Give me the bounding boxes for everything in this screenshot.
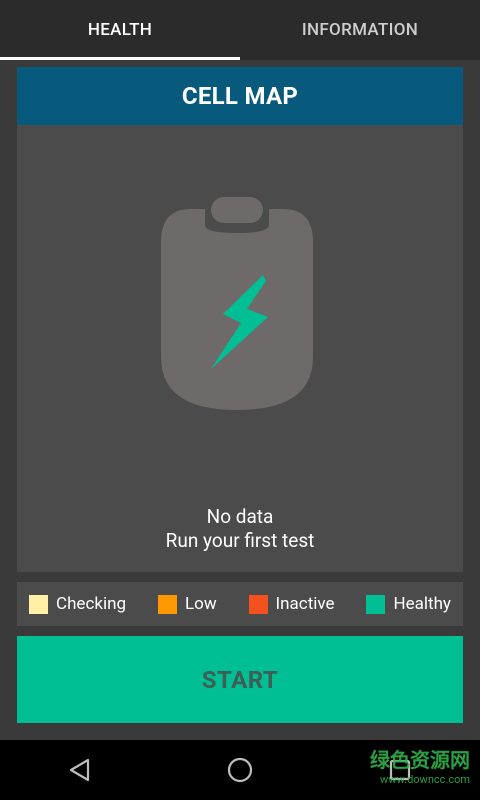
- cell-map-panel: CELL MAP No data Run your first test: [17, 67, 463, 572]
- healthy-swatch: [366, 594, 386, 614]
- no-data-message: No data Run your first test: [17, 505, 463, 553]
- checking-swatch: [29, 594, 48, 614]
- status-legend: Checking Low Inactive Healthy: [17, 582, 463, 626]
- home-button[interactable]: [210, 740, 270, 800]
- legend-label: Low: [184, 594, 217, 614]
- legend-label: Inactive: [275, 594, 335, 614]
- no-data-label: No data: [206, 505, 274, 528]
- legend-label: Healthy: [393, 594, 451, 614]
- watermark-url: www.downcc.com: [380, 773, 470, 786]
- legend-healthy: Healthy: [366, 594, 451, 614]
- site-watermark: 绿色资源网 www.downcc.com: [370, 750, 470, 790]
- legend-label: Checking: [56, 594, 127, 614]
- battery-charging-icon: [161, 197, 313, 410]
- tab-information[interactable]: INFORMATION: [240, 0, 480, 60]
- low-swatch: [157, 594, 177, 614]
- run-first-test-label: Run your first test: [165, 529, 315, 552]
- tab-bar: HEALTH INFORMATION: [0, 0, 480, 60]
- home-circle-icon: [227, 757, 253, 783]
- legend-checking: Checking: [29, 594, 126, 614]
- start-button[interactable]: START: [17, 636, 463, 723]
- cell-map-title: CELL MAP: [17, 67, 463, 125]
- watermark-title: 绿色资源网: [370, 748, 470, 772]
- back-triangle-icon: [69, 758, 90, 782]
- legend-low: Low: [157, 594, 217, 614]
- legend-inactive: Inactive: [248, 594, 335, 614]
- inactive-swatch: [248, 594, 268, 614]
- back-button[interactable]: [50, 740, 110, 800]
- tab-health[interactable]: HEALTH: [0, 0, 240, 60]
